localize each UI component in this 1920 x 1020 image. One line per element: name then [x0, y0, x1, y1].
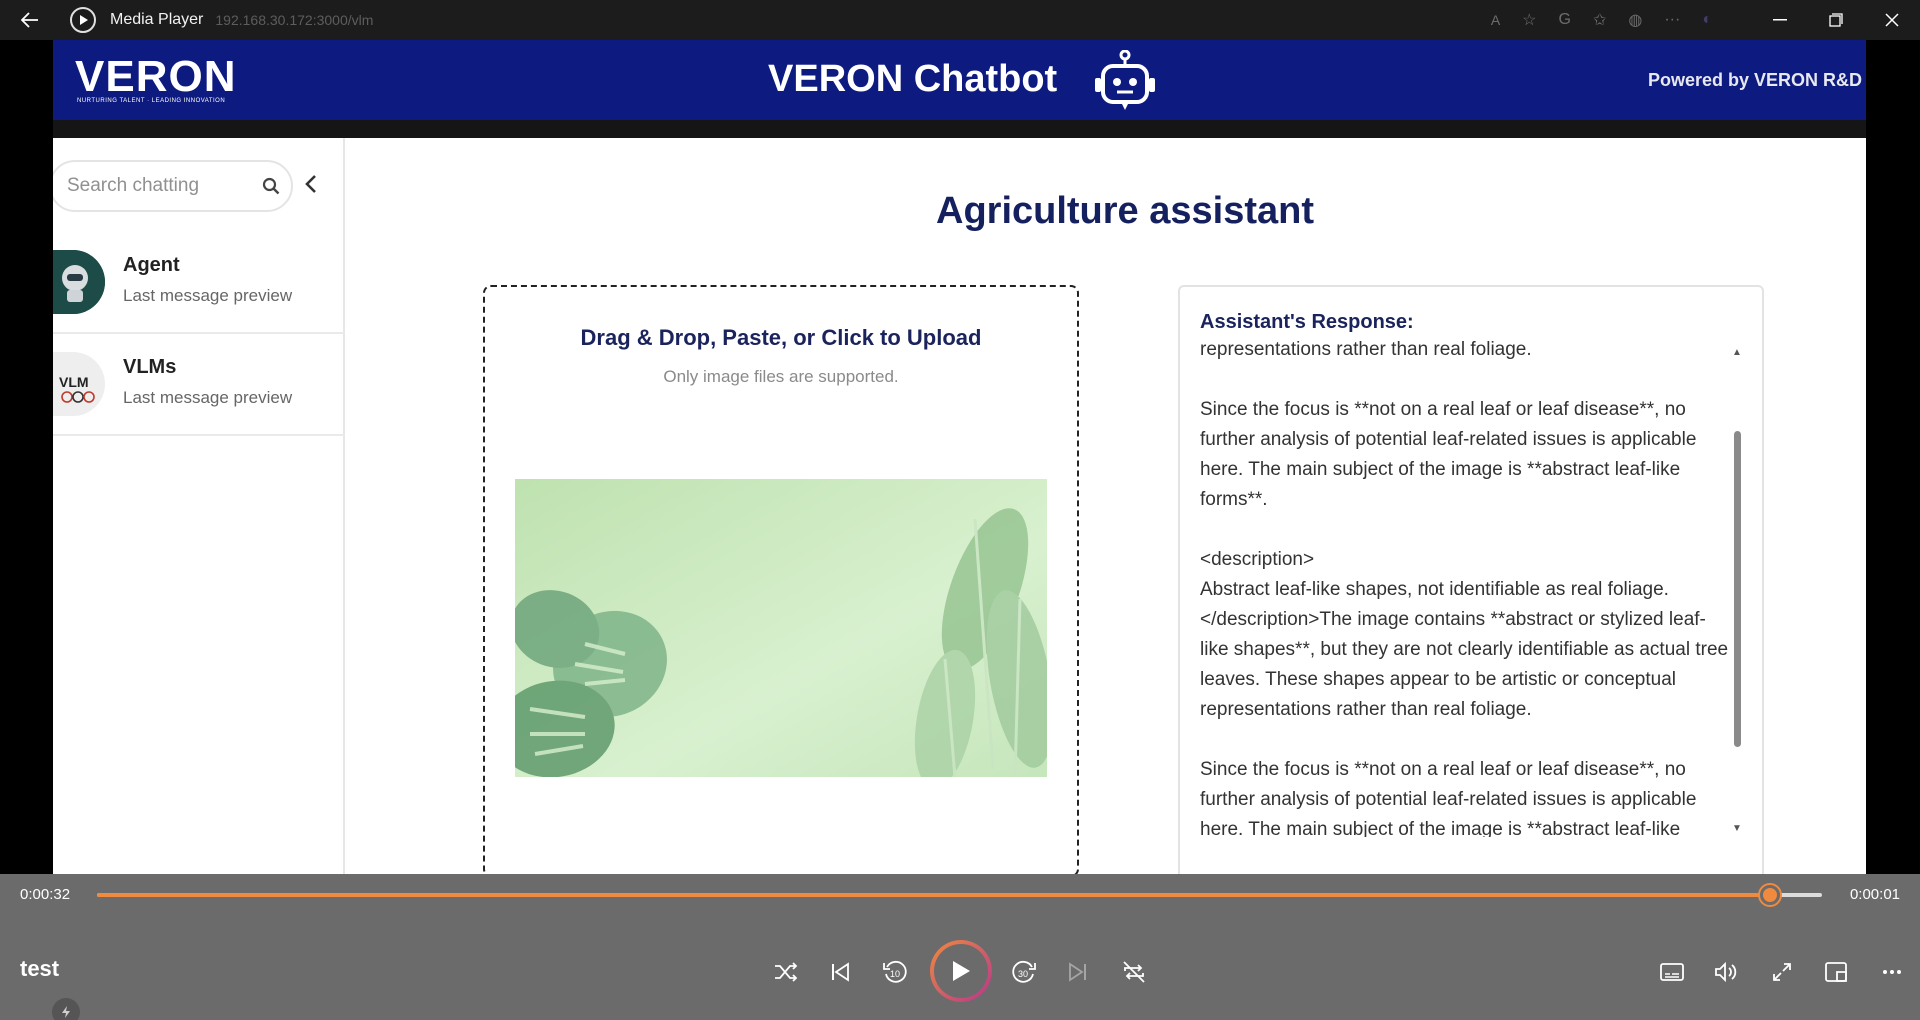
back-arrow-icon: [21, 12, 38, 28]
uploaded-image-preview: [515, 479, 1047, 777]
favorites-icon[interactable]: ✩: [1593, 10, 1606, 30]
collapse-sidebar-icon[interactable]: [305, 174, 317, 194]
chat-item-vlms-preview: Last message preview: [123, 388, 293, 407]
vlms-avatar: VLM: [53, 352, 105, 416]
search-icon[interactable]: [251, 177, 291, 195]
more-options-button[interactable]: [1874, 954, 1910, 990]
more-options-icon: [1883, 970, 1901, 974]
mini-player-icon: [1825, 962, 1847, 982]
upload-title: Drag & Drop, Paste, or Click to Upload: [580, 325, 982, 350]
veron-logo: VERON NURTURING TALENT · LEADING INNOVAT…: [75, 52, 237, 105]
repeat-off-button[interactable]: [1116, 954, 1152, 990]
volume-icon: [1715, 962, 1737, 982]
minimize-icon: [1773, 19, 1787, 21]
page-title: Agriculture assistant: [936, 190, 1314, 232]
image-upload-dropzone[interactable]: Drag & Drop, Paste, or Click to Upload O…: [483, 285, 1079, 874]
chat-sidebar: Search chatting Agent Last message previ…: [53, 138, 345, 874]
shuffle-icon: [775, 962, 798, 982]
assistant-response-panel: Assistant's Response: representations ra…: [1178, 285, 1764, 874]
next-icon: [1069, 962, 1086, 982]
chat-item-agent-preview: Last message preview: [123, 286, 293, 305]
agent-avatar: [53, 250, 105, 314]
more-icon[interactable]: ···: [1664, 11, 1680, 29]
response-text: representations rather than real foliage…: [1200, 339, 1729, 837]
upload-note: Only image files are supported.: [663, 367, 899, 386]
fullscreen-icon: [1773, 963, 1791, 981]
svg-text:10: 10: [890, 969, 900, 979]
close-icon: [1885, 13, 1899, 27]
response-scrollbar[interactable]: ▲ ▼: [1732, 347, 1742, 835]
subtitles-icon: [1660, 963, 1684, 981]
seek-bar[interactable]: [97, 885, 1822, 905]
next-button[interactable]: [1060, 954, 1096, 990]
video-frame[interactable]: VERON NURTURING TALENT · LEADING INNOVAT…: [53, 40, 1866, 874]
header-title: VERON Chatbot: [768, 58, 1058, 100]
title-bar: Media Player 192.168.30.172:3000/vlm A ☆…: [0, 0, 1920, 40]
media-title: test: [20, 956, 60, 981]
svg-text:30: 30: [1018, 969, 1028, 979]
app-badge-icon: [52, 998, 80, 1020]
profile-icon[interactable]: ◍: [1628, 10, 1642, 30]
search-chatting-input[interactable]: Search chatting: [53, 160, 293, 212]
play-button[interactable]: [930, 940, 992, 1002]
subtitles-button[interactable]: [1654, 954, 1690, 990]
minimize-button[interactable]: [1752, 0, 1808, 40]
chat-item-agent-name: Agent: [123, 254, 180, 276]
fullscreen-button[interactable]: [1764, 954, 1800, 990]
repeat-off-icon: [1123, 961, 1145, 983]
window-title: Media Player: [110, 11, 204, 28]
elapsed-time: 0:00:32: [20, 886, 71, 903]
skip-forward-30-button[interactable]: 30: [1006, 954, 1042, 990]
copilot-icon[interactable]: ◐: [1702, 11, 1712, 29]
chat-item-agent[interactable]: Agent Last message preview: [53, 234, 345, 334]
extension-icon[interactable]: G: [1559, 11, 1571, 29]
shuffle-button[interactable]: [768, 954, 804, 990]
close-button[interactable]: [1864, 0, 1920, 40]
previous-icon: [832, 962, 849, 982]
favorite-star-icon[interactable]: ☆: [1522, 10, 1536, 30]
skip-back-10-button[interactable]: 10: [877, 954, 913, 990]
chat-item-vlms[interactable]: VLM VLMs Last message preview: [53, 336, 345, 436]
app-header: VERON NURTURING TALENT · LEADING INNOVAT…: [53, 40, 1866, 120]
media-player-app-icon: [70, 7, 96, 33]
scrollbar-thumb[interactable]: [1734, 431, 1741, 747]
seek-bar-thumb[interactable]: [1760, 885, 1781, 905]
skip-forward-30-icon: 30: [1012, 960, 1036, 983]
back-button[interactable]: [0, 0, 60, 40]
powered-by-text: Powered by VERON R&D: [1647, 70, 1862, 90]
restore-button[interactable]: [1808, 0, 1864, 40]
chat-item-vlms-name: VLMs: [123, 356, 177, 378]
play-icon: [953, 961, 970, 981]
media-player-window: Media Player 192.168.30.172:3000/vlm A ☆…: [0, 0, 1920, 1020]
robot-icon: [1095, 50, 1155, 110]
seek-bar-fill: [97, 893, 1771, 897]
volume-button[interactable]: [1708, 954, 1744, 990]
remaining-time: 0:00:01: [1849, 886, 1900, 903]
search-placeholder: Search chatting: [67, 175, 200, 196]
response-title: Assistant's Response:: [1200, 311, 1414, 333]
read-aloud-icon[interactable]: A: [1491, 12, 1500, 28]
skip-back-10-icon: 10: [883, 960, 907, 983]
window-url: 192.168.30.172:3000/vlm: [215, 12, 374, 28]
previous-button[interactable]: [822, 954, 858, 990]
scroll-up-arrow-icon[interactable]: ▲: [1732, 347, 1742, 358]
header-divider: [53, 120, 1866, 138]
scroll-down-arrow-icon[interactable]: ▼: [1732, 823, 1742, 834]
restore-icon: [1829, 13, 1843, 27]
player-controls: 0:00:32 0:00:01 test 10 30: [0, 874, 1920, 1020]
mini-player-button[interactable]: [1818, 954, 1854, 990]
